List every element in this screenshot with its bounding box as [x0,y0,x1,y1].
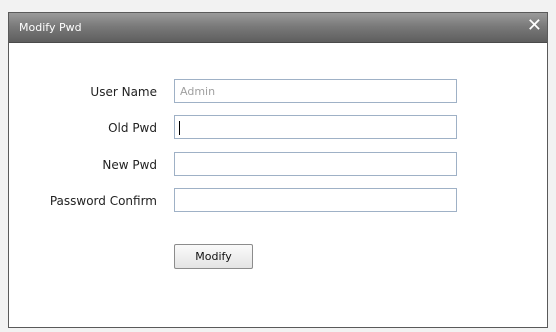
modify-button[interactable]: Modify [174,244,253,269]
new-pwd-field[interactable] [174,152,457,176]
new-pwd-label: New Pwd [102,158,157,172]
dialog-titlebar: Modify Pwd ✕ [9,13,547,43]
old-pwd-field[interactable] [174,115,457,139]
user-name-label: User Name [90,85,157,99]
password-confirm-label: Password Confirm [49,194,157,208]
old-pwd-label: Old Pwd [108,121,157,135]
text-caret [179,121,180,135]
modify-pwd-dialog: Modify Pwd ✕ User Name Old Pwd New Pwd P… [8,12,548,328]
close-icon[interactable]: ✕ [527,16,542,36]
dialog-title: Modify Pwd [19,21,82,34]
password-confirm-field[interactable] [174,188,457,212]
user-name-field[interactable] [174,79,457,103]
